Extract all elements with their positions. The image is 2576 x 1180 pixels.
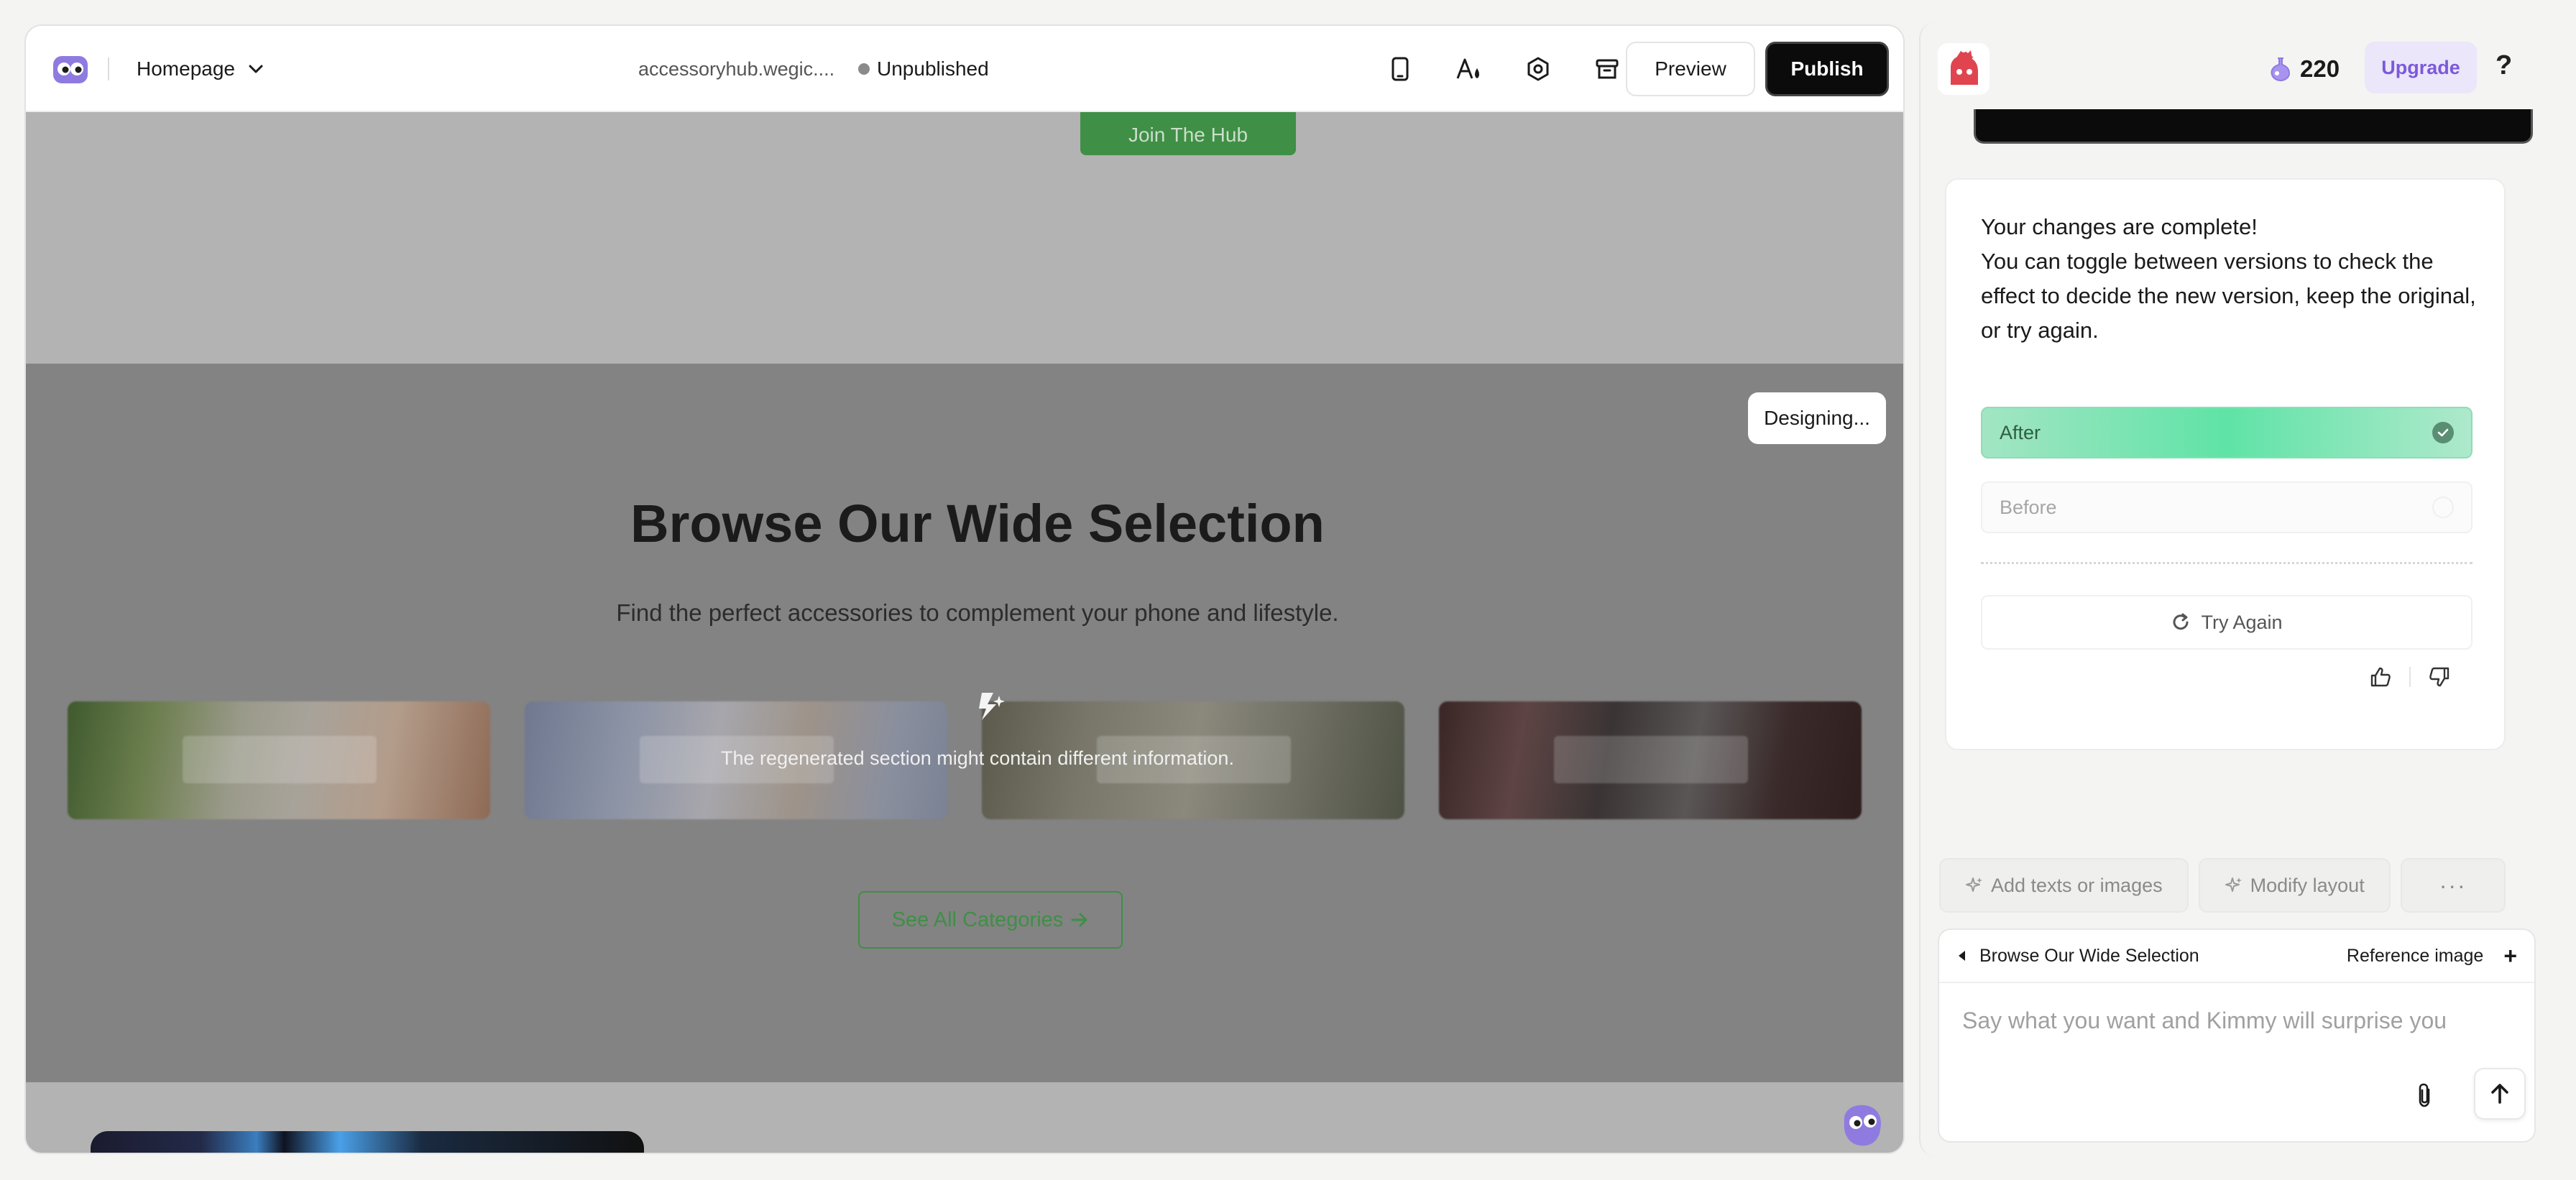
chat-composer: Browse Our Wide Selection Reference imag… (1938, 928, 2536, 1143)
font-style-button[interactable] (1452, 52, 1486, 86)
site-canvas: Join The Hub Designing... Browse Our Wid… (26, 112, 1903, 1153)
paperclip-icon (2419, 1083, 2430, 1107)
assistant-message: Your changes are complete! You can toggl… (1945, 178, 2506, 750)
message-line-2: You can toggle between versions to check… (1981, 249, 2476, 343)
modify-layout-label: Modify layout (2250, 874, 2365, 896)
archive-button[interactable] (1590, 52, 1624, 86)
user-avatar[interactable] (1938, 43, 1990, 95)
publish-button[interactable]: Publish (1765, 42, 1889, 96)
thumbs-up-icon[interactable] (2369, 665, 2392, 688)
chat-input[interactable] (1962, 1008, 2508, 1034)
arrow-right-icon (1071, 913, 1087, 927)
see-all-categories-button[interactable]: See All Categories (858, 891, 1123, 949)
selected-section-chip[interactable]: Browse Our Wide Selection (1956, 946, 2199, 967)
page-selector[interactable]: Homepage (137, 55, 265, 83)
arrow-up-icon (2491, 1084, 2508, 1104)
editor-panel: Homepage accessoryhub.wegic.... Unpublis… (24, 24, 1905, 1154)
editor-toolbar: Homepage accessoryhub.wegic.... Unpublis… (26, 26, 1903, 112)
help-icon[interactable]: ? (2496, 50, 2512, 81)
status-dot-icon (858, 63, 870, 75)
kimmy-assistant-icon[interactable] (1837, 1100, 1887, 1150)
thumbs-down-icon[interactable] (2428, 665, 2451, 688)
font-style-icon (1456, 58, 1479, 79)
credits-counter[interactable]: 220 (2268, 50, 2340, 88)
feedback-separator (2409, 667, 2411, 687)
assistant-message-text: Your changes are complete! You can toggl… (1981, 210, 2484, 348)
settings-gear-icon (1527, 57, 1549, 81)
sparkle-icon (1966, 877, 1982, 892)
previous-message-bubble (1974, 109, 2533, 144)
settings-button[interactable] (1521, 52, 1555, 86)
more-icon: ··· (2439, 872, 2467, 898)
feedback-controls (2369, 665, 2451, 688)
radio-empty-icon (2432, 497, 2454, 518)
archive-icon (1596, 59, 1619, 79)
version-before-option[interactable]: Before (1981, 481, 2472, 533)
publish-status: Unpublished (858, 55, 989, 83)
next-section-image (91, 1131, 644, 1153)
regenerate-wand-icon (979, 693, 1005, 720)
attach-button[interactable] (2408, 1078, 2442, 1112)
divider (1981, 562, 2472, 564)
mobile-device-icon (1392, 57, 1409, 81)
designing-badge: Designing... (1748, 392, 1886, 444)
join-hub-button[interactable]: Join The Hub (1080, 112, 1296, 155)
toolbar-divider (108, 57, 109, 80)
mobile-preview-button[interactable] (1383, 52, 1417, 86)
see-all-label: See All Categories (891, 908, 1064, 931)
plus-icon: + (2503, 942, 2517, 969)
potion-icon (2271, 57, 2291, 82)
try-again-button[interactable]: Try Again (1981, 595, 2472, 650)
credits-value: 220 (2300, 55, 2340, 82)
preview-button[interactable]: Preview (1626, 42, 1755, 96)
version-after-label: After (2000, 421, 2041, 443)
caret-left-icon (1959, 951, 1965, 961)
check-circle-icon (2432, 422, 2454, 443)
page-selector-label: Homepage (137, 57, 235, 80)
refresh-icon (2174, 613, 2189, 630)
publish-status-label: Unpublished (877, 57, 989, 80)
section-subtitle: Find the perfect accessories to compleme… (616, 599, 1339, 626)
ai-chat-panel: 220 Upgrade ? Your changes are complete!… (1919, 22, 2576, 1157)
message-line-1: Your changes are complete! (1981, 214, 2258, 239)
more-options-chip[interactable]: ··· (2400, 858, 2506, 913)
reference-image-button[interactable]: Reference image + (2347, 943, 2517, 969)
quick-actions: Add texts or images Modify layout ··· (1939, 858, 2506, 913)
selected-section-label: Browse Our Wide Selection (1979, 945, 2199, 966)
version-after-option[interactable]: After (1981, 407, 2472, 458)
composer-context-bar: Browse Our Wide Selection Reference imag… (1939, 930, 2534, 983)
add-texts-chip[interactable]: Add texts or images (1939, 858, 2189, 913)
chevron-down-icon (249, 65, 263, 73)
send-button[interactable] (2474, 1068, 2526, 1120)
add-texts-label: Add texts or images (1991, 874, 2163, 896)
upgrade-button[interactable]: Upgrade (2365, 42, 2477, 93)
try-again-label: Try Again (2201, 611, 2283, 633)
reference-image-label: Reference image (2346, 945, 2484, 966)
modify-layout-chip[interactable]: Modify layout (2198, 858, 2391, 913)
regenerate-notice: The regenerated section might contain di… (721, 747, 1234, 769)
site-domain[interactable]: accessoryhub.wegic.... (638, 55, 834, 83)
wegic-logo-icon[interactable] (52, 50, 89, 88)
section-title: Browse Our Wide Selection (630, 494, 1325, 553)
sparkle-icon (2225, 877, 2242, 892)
version-before-label: Before (2000, 496, 2057, 518)
